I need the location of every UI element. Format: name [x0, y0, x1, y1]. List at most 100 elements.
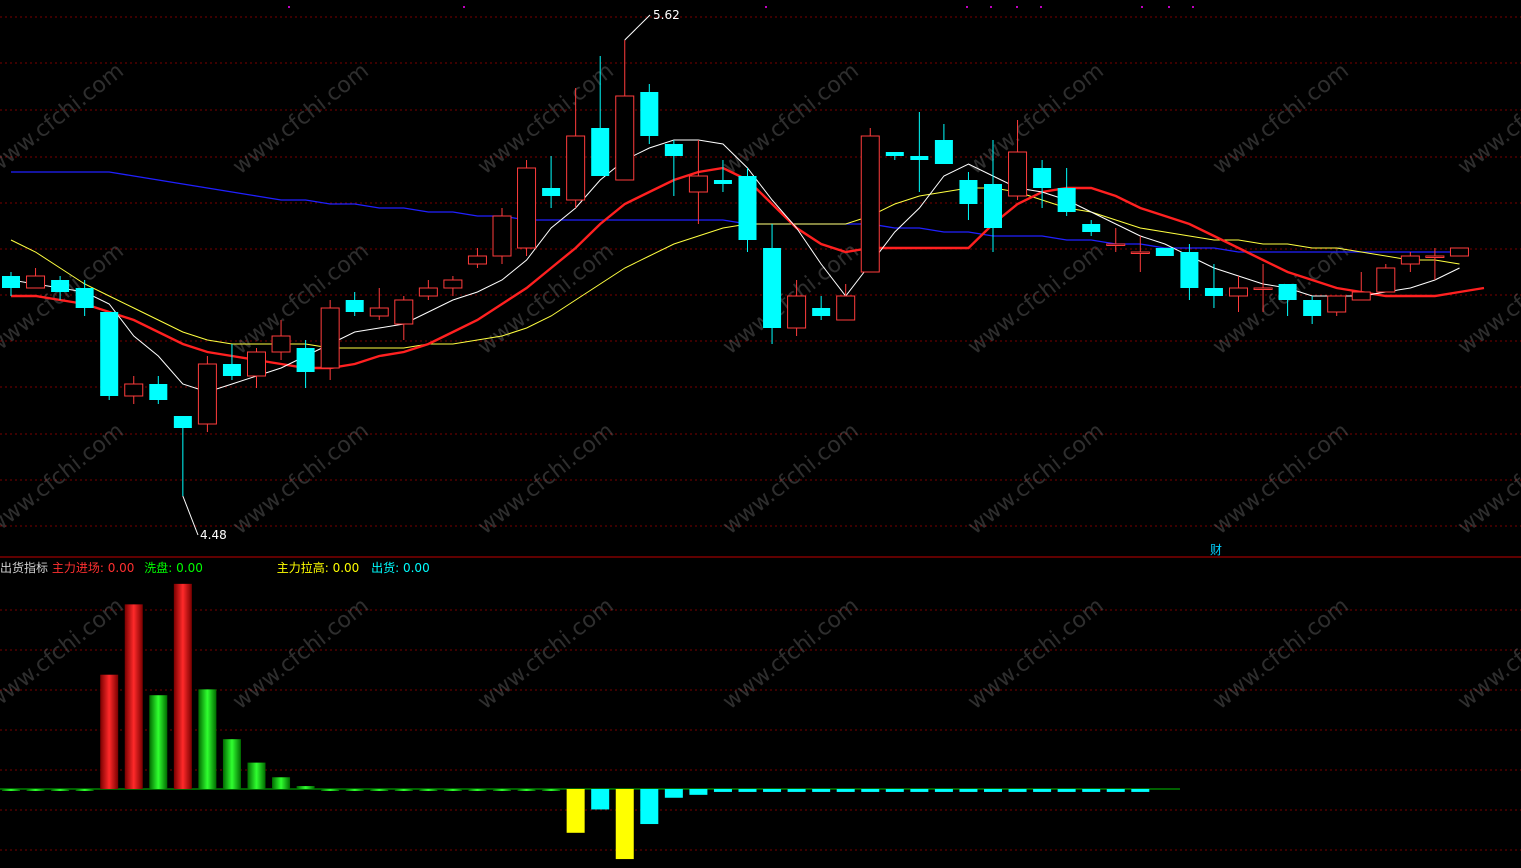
candle-body: [26, 275, 46, 289]
candle-body: [787, 295, 807, 329]
candle-body: [812, 308, 831, 316]
candle-body: [713, 180, 732, 184]
indicator-bar: [247, 762, 266, 789]
candle-body: [173, 416, 192, 428]
indicator-bar: [1057, 789, 1076, 792]
indicator-bar: [836, 789, 855, 792]
indicator-bar: [2, 789, 20, 791]
candle-body: [640, 92, 659, 136]
indicator-bar: [51, 789, 70, 791]
candle-body: [1082, 224, 1101, 232]
indicator-name[interactable]: 出货指标: [0, 561, 48, 575]
indicator-bar: [984, 789, 1002, 792]
candle-body: [959, 180, 978, 204]
candle-body: [1008, 151, 1028, 197]
candle-body: [566, 135, 586, 201]
candle-body: [1400, 255, 1420, 265]
candle-body: [763, 248, 782, 328]
watermark-text: www.cfchi.com: [228, 593, 373, 714]
candle-body: [517, 167, 537, 249]
watermark-text: www.cfchi.com: [473, 418, 618, 539]
indicator-legend: 出货指标 主力进场: 0.00 洗盘: 0.00 主力拉高: 0.00 出货: …: [0, 559, 430, 576]
top-marker-dot: [966, 6, 968, 8]
indicator-bar: [173, 583, 192, 789]
indicator-bar: [615, 789, 634, 860]
candle-body: [1155, 248, 1174, 256]
watermark-text: www.cfchi.com: [1453, 418, 1521, 539]
candle-body: [345, 300, 364, 312]
indicator-bar: [1131, 789, 1150, 792]
watermark-text: www.cfchi.com: [963, 238, 1108, 359]
candle-body: [1057, 188, 1076, 212]
candle-body: [1180, 252, 1199, 288]
indicator-bar: [124, 604, 143, 789]
indicator-bar: [640, 789, 659, 825]
candle-body: [222, 364, 241, 376]
candle-body: [296, 348, 315, 372]
indicator-bar: [542, 789, 561, 791]
indicator-bar: [566, 789, 585, 833]
candle-body: [984, 184, 1002, 228]
indicator-bar: [272, 777, 291, 789]
candle-body: [542, 188, 561, 196]
watermark-text: www.cfchi.com: [228, 418, 373, 539]
candle-body: [124, 383, 144, 397]
top-marker-dot: [1168, 6, 1170, 8]
indicator-bar: [26, 789, 45, 791]
candle-body: [1303, 300, 1322, 316]
watermark-text: www.cfchi.com: [963, 593, 1108, 714]
high-pointer: [624, 14, 651, 41]
indicator-bar: [345, 789, 364, 791]
indicator-bar: [689, 789, 708, 795]
watermark-text: www.cfchi.com: [1453, 58, 1521, 179]
candle-body: [860, 135, 880, 273]
indicator-bar: [1008, 789, 1027, 792]
watermark-text: www.cfchi.com: [1453, 593, 1521, 714]
watermark-text: www.cfchi.com: [1453, 238, 1521, 359]
candle-body: [1033, 168, 1052, 188]
watermark-text: www.cfchi.com: [473, 593, 618, 714]
indicator-bar: [591, 789, 610, 810]
high-price-label: 5.62: [653, 8, 680, 22]
watermark-text: www.cfchi.com: [963, 58, 1108, 179]
watermark-text: www.cfchi.com: [0, 58, 129, 179]
indicator-bar: [664, 789, 683, 798]
candle-body: [100, 312, 119, 396]
indicator-bar: [885, 789, 904, 792]
kline-chart: www.cfchi.com www.cfchi.com www.cfchi.com w…: [0, 6, 1521, 860]
indicator-bar: [75, 789, 94, 791]
watermark-text: www.cfchi.com: [228, 58, 373, 179]
candle-body: [271, 335, 291, 353]
indicator-bar: [713, 789, 732, 792]
watermark-text: www.cfchi.com: [1208, 58, 1353, 179]
top-marker-dot: [1192, 6, 1194, 8]
indicator-bar: [222, 739, 241, 789]
candle-body: [443, 279, 463, 289]
top-marker-dot: [990, 6, 992, 8]
candle-body: [418, 287, 438, 297]
pull-up-label: 主力拉高:: [276, 561, 329, 575]
indicator-bar: [812, 789, 831, 792]
ship-label: 出货:: [371, 561, 400, 575]
candle-body: [1204, 288, 1223, 296]
indicator-bar: [787, 789, 806, 792]
candle-body: [1351, 291, 1371, 301]
candle-body: [149, 384, 168, 400]
watermark-text: www.cfchi.com: [1208, 593, 1353, 714]
indicator-bar: [1082, 789, 1101, 792]
indicator-bar: [861, 789, 880, 792]
candle-body: [492, 215, 512, 257]
candle-body: [1229, 287, 1248, 297]
low-pointer: [182, 495, 199, 536]
finance-marker[interactable]: 财: [1210, 543, 1222, 557]
indicator-bar: [468, 789, 487, 791]
top-marker-dot: [765, 6, 767, 8]
candle-body: [1376, 267, 1396, 293]
indicator-bar: [370, 789, 389, 791]
indicator-bar: [198, 689, 217, 789]
indicator-bar: [321, 789, 340, 791]
indicator-bar: [1033, 789, 1052, 792]
candle-body: [75, 288, 94, 308]
indicator-bar: [394, 789, 413, 791]
watermark-text: www.cfchi.com: [473, 238, 618, 359]
